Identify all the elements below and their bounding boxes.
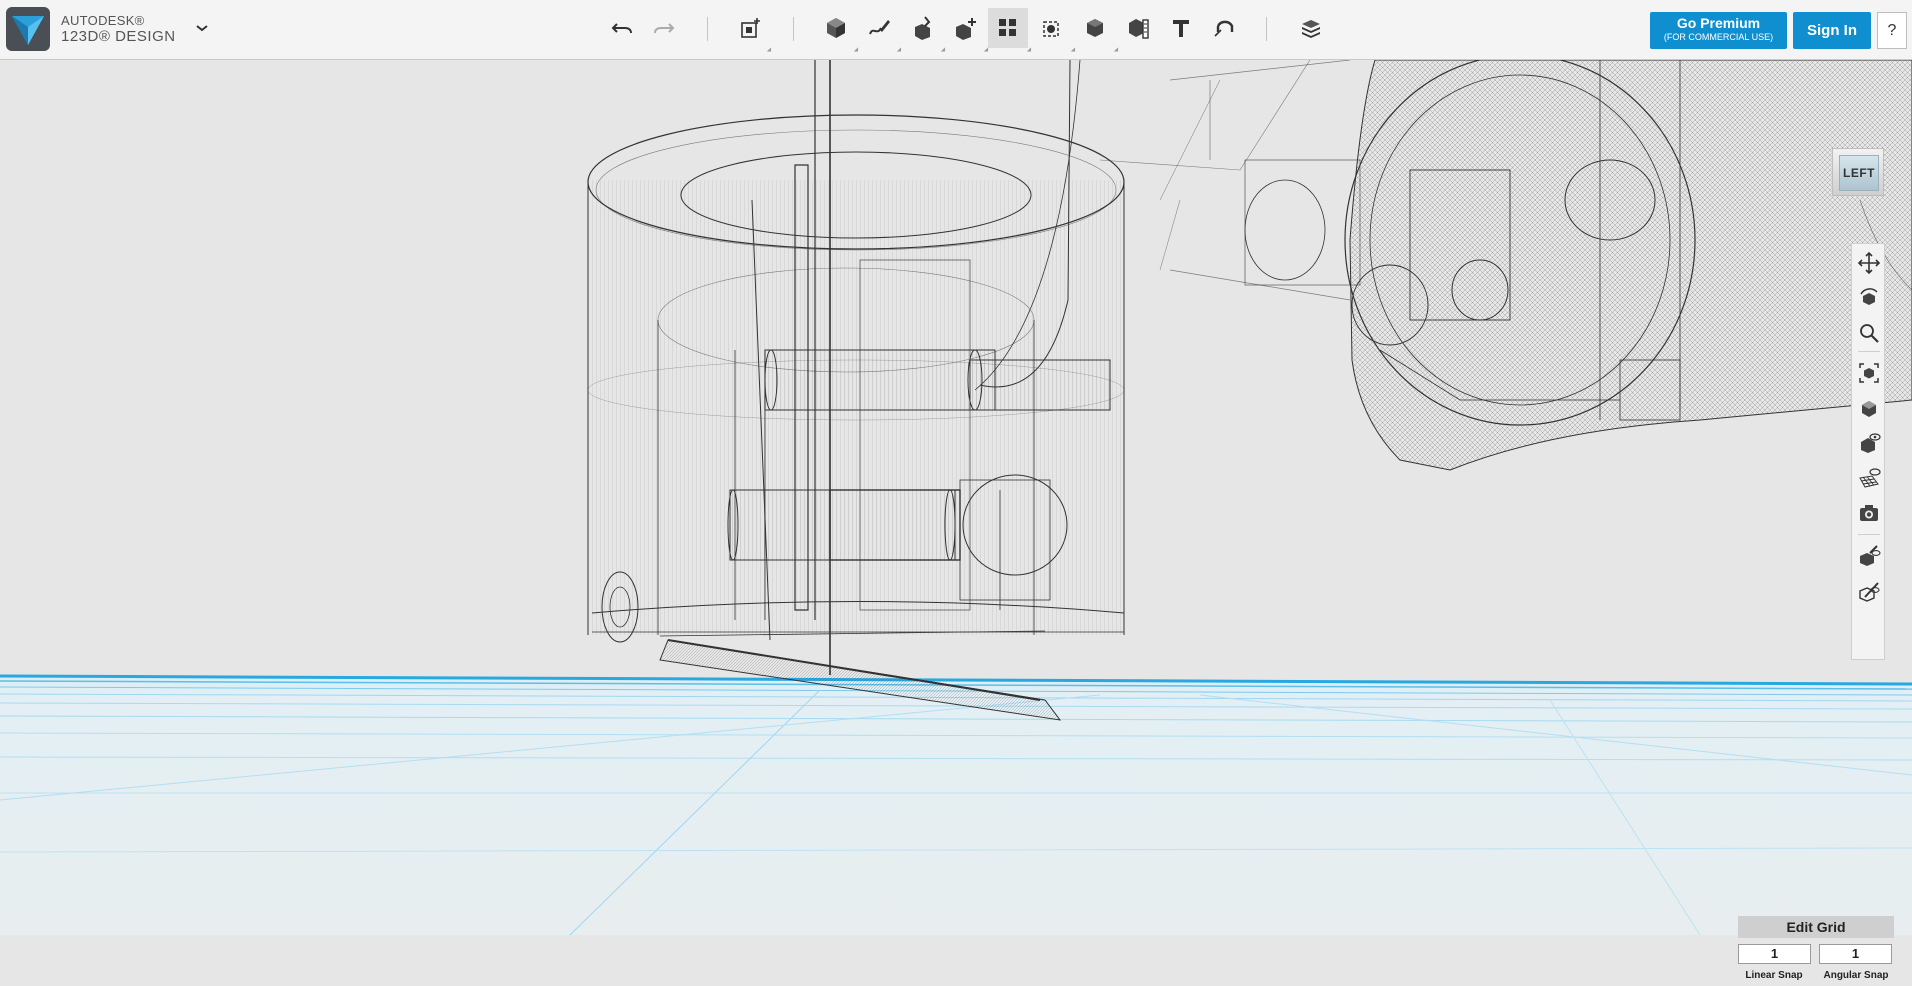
material-visibility-button[interactable] bbox=[1855, 542, 1883, 570]
app-brand: AUTODESK® 123D® DESIGN bbox=[61, 13, 176, 45]
wireframe-model-secondary bbox=[1099, 60, 1912, 471]
dropdown-indicator-icon bbox=[1026, 47, 1034, 54]
linear-snap-input[interactable]: 1 bbox=[1738, 944, 1811, 964]
main-menu-chevron-icon[interactable] bbox=[192, 18, 212, 38]
snap-button[interactable] bbox=[1204, 8, 1244, 48]
zoom-icon bbox=[1860, 324, 1879, 343]
zoom-button[interactable] bbox=[1855, 319, 1883, 347]
combine-icon bbox=[1087, 19, 1103, 37]
text-button[interactable] bbox=[1161, 8, 1201, 48]
premium-label: Go Premium bbox=[1676, 15, 1761, 31]
primitives-button[interactable] bbox=[816, 8, 856, 48]
modify-icon bbox=[956, 18, 976, 40]
view-cube[interactable]: LEFT bbox=[1832, 148, 1884, 196]
visibility-icon bbox=[1861, 433, 1881, 453]
material-visibility-icon bbox=[1860, 545, 1881, 566]
material-icon bbox=[1302, 20, 1320, 38]
pattern-icon bbox=[999, 19, 1016, 36]
toolbar-divider bbox=[1266, 17, 1267, 41]
construct-icon bbox=[915, 16, 931, 40]
app-logo[interactable] bbox=[6, 7, 50, 51]
views-icon bbox=[1862, 401, 1876, 417]
measure-button[interactable] bbox=[1118, 8, 1158, 48]
screenshot-button[interactable] bbox=[1855, 499, 1883, 527]
primitives-icon bbox=[827, 18, 845, 38]
add-object-icon bbox=[741, 18, 760, 38]
toolbar-divider bbox=[707, 17, 708, 41]
add-object-button[interactable] bbox=[731, 8, 771, 48]
dropdown-indicator-icon bbox=[940, 47, 948, 54]
go-premium-button[interactable]: Go Premium (FOR COMMERCIAL USE) bbox=[1650, 12, 1787, 49]
grid-panel: Edit Grid 1 1 Linear Snap Angular Snap bbox=[1738, 916, 1894, 986]
fit-icon bbox=[1859, 363, 1879, 383]
nav-divider bbox=[1858, 534, 1880, 535]
measure-icon bbox=[1129, 19, 1149, 39]
undo-icon bbox=[611, 23, 632, 34]
grouping-button[interactable] bbox=[1032, 8, 1072, 48]
orbit-icon bbox=[1860, 288, 1878, 305]
grid-visibility-icon bbox=[1859, 468, 1881, 488]
redo-icon bbox=[654, 23, 675, 34]
redo-button[interactable] bbox=[644, 8, 684, 48]
sign-in-button[interactable]: Sign In bbox=[1793, 12, 1871, 49]
brand-product: 123D® DESIGN bbox=[61, 28, 176, 45]
wireframe-model-main bbox=[587, 60, 1126, 721]
brand-company: AUTODESK® bbox=[61, 13, 145, 28]
ground-grid bbox=[0, 674, 1912, 935]
scene-canvas bbox=[0, 60, 1912, 935]
dropdown-indicator-icon bbox=[766, 47, 774, 54]
pan-icon bbox=[1857, 251, 1881, 275]
material-button[interactable] bbox=[1291, 8, 1331, 48]
combine-button[interactable] bbox=[1075, 8, 1115, 48]
modify-button[interactable] bbox=[946, 8, 986, 48]
view-cube-face[interactable]: LEFT bbox=[1839, 155, 1879, 191]
orbit-button[interactable] bbox=[1855, 284, 1883, 312]
views-button[interactable] bbox=[1855, 394, 1883, 422]
dropdown-indicator-icon bbox=[983, 47, 991, 54]
angular-snap-input[interactable]: 1 bbox=[1819, 944, 1892, 964]
dropdown-indicator-icon bbox=[853, 47, 861, 54]
grid-visibility-button[interactable] bbox=[1855, 464, 1883, 492]
screenshot-icon bbox=[1860, 505, 1878, 521]
navigation-bar bbox=[1851, 243, 1885, 660]
construct-button[interactable] bbox=[903, 8, 943, 48]
visibility-button[interactable] bbox=[1855, 429, 1883, 457]
linear-snap-label: Linear Snap bbox=[1745, 970, 1803, 981]
logo-icon bbox=[12, 16, 44, 45]
3d-viewport[interactable]: LEFT Edit Grid 1 1 Linear Snap Angular S… bbox=[0, 60, 1912, 981]
grouping-icon bbox=[1043, 21, 1059, 37]
outline-visibility-button[interactable] bbox=[1855, 577, 1883, 605]
pattern-button[interactable] bbox=[988, 8, 1028, 48]
premium-sublabel: (FOR COMMERCIAL USE) bbox=[1663, 32, 1774, 42]
sketch-icon bbox=[869, 20, 890, 35]
dropdown-indicator-icon bbox=[896, 47, 904, 54]
pan-button[interactable] bbox=[1855, 249, 1883, 277]
text-icon bbox=[1173, 20, 1189, 37]
dropdown-indicator-icon bbox=[1113, 47, 1121, 54]
top-toolbar: AUTODESK® 123D® DESIGN Go Premium (FOR C… bbox=[0, 0, 1912, 60]
snap-icon bbox=[1214, 20, 1234, 37]
outline-visibility-icon bbox=[1859, 582, 1880, 602]
toolbar-divider bbox=[793, 17, 794, 41]
nav-divider bbox=[1858, 351, 1880, 352]
help-button[interactable]: ? bbox=[1877, 12, 1907, 49]
dropdown-indicator-icon bbox=[1070, 47, 1078, 54]
undo-button[interactable] bbox=[602, 8, 642, 48]
angular-snap-label: Angular Snap bbox=[1823, 970, 1889, 981]
sketch-button[interactable] bbox=[859, 8, 899, 48]
fit-button[interactable] bbox=[1855, 359, 1883, 387]
